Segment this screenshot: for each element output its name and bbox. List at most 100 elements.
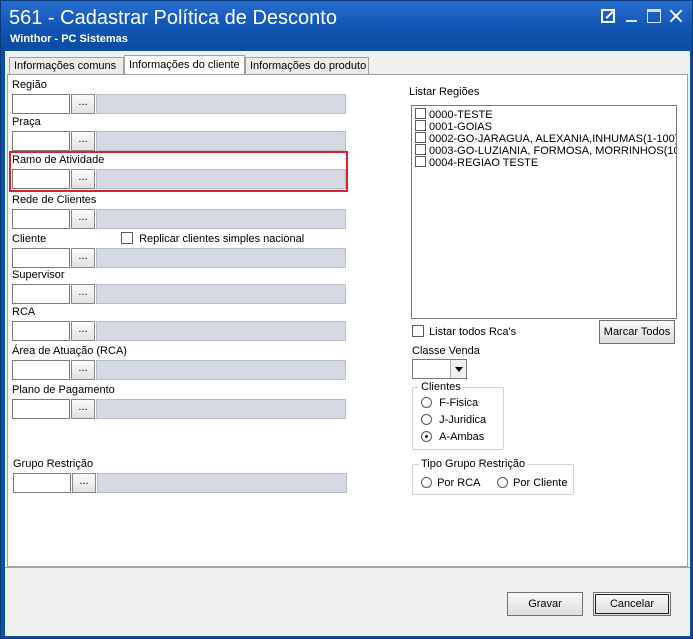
edit-icon[interactable] <box>601 9 615 23</box>
grupo-lookup-button[interactable]: ... <box>72 473 96 493</box>
supervisor-label: Supervisor <box>12 269 65 281</box>
rede-field: ... <box>12 209 346 229</box>
supervisor-code-input[interactable] <box>12 284 70 304</box>
rca-description <box>96 321 346 341</box>
grupo-code-input[interactable] <box>13 473 71 493</box>
grupo-field: ... <box>13 473 347 493</box>
tipo-grupo-group: Tipo Grupo Restrição Por RCA Por Cliente <box>412 458 574 495</box>
plano-code-input[interactable] <box>12 399 70 419</box>
plano-lookup-button[interactable]: ... <box>71 399 95 419</box>
regiao-code-input[interactable] <box>12 94 70 114</box>
chevron-down-icon[interactable] <box>450 360 466 378</box>
rede-lookup-button[interactable]: ... <box>71 209 95 229</box>
plano-label: Plano de Pagamento <box>12 384 115 396</box>
radio-fisica[interactable]: F-Fisica <box>421 397 478 409</box>
radio-button[interactable] <box>421 477 432 488</box>
cliente-label: Cliente <box>12 233 47 245</box>
radio-button[interactable] <box>497 477 508 488</box>
marcar-todos-button[interactable]: Marcar Todos <box>599 320 675 344</box>
area-code-input[interactable] <box>12 360 70 380</box>
region-checkbox[interactable] <box>415 120 426 131</box>
region-checkbox[interactable] <box>415 156 426 167</box>
minimize-icon[interactable] <box>625 9 639 23</box>
radio-fisica-label: F-Fisica <box>439 397 479 409</box>
region-checkbox[interactable] <box>415 108 426 119</box>
list-item[interactable]: 0004-REGIAO TESTE <box>415 156 673 169</box>
list-item[interactable]: 0001-GOIAS <box>415 120 673 133</box>
praca-description <box>96 131 346 151</box>
radio-por-cliente-label: Por Cliente <box>513 477 568 489</box>
window-title: 561 - Cadastrar Política de Desconto <box>9 7 337 29</box>
radio-button[interactable] <box>421 397 432 408</box>
supervisor-lookup-button[interactable]: ... <box>71 284 95 304</box>
region-checkbox[interactable] <box>415 132 426 143</box>
divider <box>5 567 690 568</box>
clientes-group: Clientes F-Fisica J-Juridica A-Ambas <box>412 381 504 450</box>
list-item[interactable]: 0003-GO-LUZIANIA, FORMOSA, MORRINHOS(101… <box>415 144 676 157</box>
praca-label: Praça <box>12 116 41 128</box>
list-item[interactable]: 0002-GO-JARAGUA, ALEXANIA,INHUMAS(1-100) <box>415 132 676 145</box>
region-label: 0004-REGIAO TESTE <box>429 157 539 169</box>
cliente-code-input[interactable] <box>12 248 70 268</box>
tab-informacoes-cliente[interactable]: Informações do cliente <box>124 55 245 76</box>
radio-por-rca[interactable]: Por RCA <box>421 477 480 489</box>
classe-venda-label: Classe Venda <box>412 345 480 357</box>
ramo-lookup-button[interactable]: ... <box>71 169 95 189</box>
list-item[interactable]: 0000-TESTE <box>415 108 673 121</box>
grupo-label: Grupo Restrição <box>13 458 94 470</box>
listar-rcas-row[interactable]: Listar todos Rca's <box>412 325 516 338</box>
close-icon[interactable] <box>669 9 683 23</box>
listar-rcas-checkbox[interactable] <box>412 325 424 337</box>
area-field: ... <box>12 360 346 380</box>
replicar-checkbox-row[interactable]: Replicar clientes simples nacional <box>121 232 304 245</box>
radio-por-cliente[interactable]: Por Cliente <box>497 477 567 489</box>
rede-description <box>96 209 346 229</box>
tipo-grupo-title: Tipo Grupo Restrição <box>419 458 528 470</box>
listar-rcas-label: Listar todos Rca's <box>429 326 517 338</box>
rca-field: ... <box>12 321 346 341</box>
radio-ambas-label: A-Ambas <box>439 431 485 443</box>
area-lookup-button[interactable]: ... <box>71 360 95 380</box>
ramo-code-input[interactable] <box>12 169 70 189</box>
praca-lookup-button[interactable]: ... <box>71 131 95 151</box>
supervisor-description <box>96 284 346 304</box>
supervisor-field: ... <box>12 284 346 304</box>
rca-label: RCA <box>12 306 36 318</box>
listar-regioes-label: Listar Regiões <box>409 86 480 98</box>
regiao-lookup-button[interactable]: ... <box>71 94 95 114</box>
classe-venda-select[interactable] <box>412 359 467 379</box>
praca-code-input[interactable] <box>12 131 70 151</box>
radio-juridica-label: J-Juridica <box>439 414 487 426</box>
radio-button[interactable] <box>421 414 432 425</box>
rca-code-input[interactable] <box>12 321 70 341</box>
title-bar[interactable]: 561 - Cadastrar Política de Desconto Win… <box>1 1 692 49</box>
tab-informacoes-comuns[interactable]: Informações comuns <box>9 57 124 75</box>
tab-informacoes-produto[interactable]: Informações do produto <box>245 57 369 75</box>
gravar-button[interactable]: Gravar <box>507 592 583 616</box>
rca-lookup-button[interactable]: ... <box>71 321 95 341</box>
plano-field: ... <box>12 399 346 419</box>
area-description <box>96 360 346 380</box>
maximize-icon[interactable] <box>647 9 661 23</box>
radio-por-rca-label: Por RCA <box>437 477 481 489</box>
radio-ambas[interactable]: A-Ambas <box>421 431 484 443</box>
cliente-field: ... <box>12 248 346 268</box>
region-checkbox[interactable] <box>415 144 426 155</box>
window-subtitle: Winthor - PC Sistemas <box>10 33 128 45</box>
tab-panel-cliente: Região ... Praça ... Ramo de Atividade .… <box>7 74 688 567</box>
window-client-area: Informações comuns Informações do client… <box>5 51 690 636</box>
rede-label: Rede de Clientes <box>12 194 97 206</box>
ramo-field: ... <box>12 169 346 189</box>
replicar-checkbox[interactable] <box>121 232 133 244</box>
cancelar-button[interactable]: Cancelar <box>593 592 671 616</box>
replicar-label: Replicar clientes simples nacional <box>139 233 305 245</box>
rede-code-input[interactable] <box>12 209 70 229</box>
regiao-field: ... <box>12 94 346 114</box>
radio-button-selected[interactable] <box>421 431 432 442</box>
clientes-group-title: Clientes <box>419 381 463 393</box>
radio-juridica[interactable]: J-Juridica <box>421 414 486 426</box>
regiao-description <box>96 94 346 114</box>
cliente-lookup-button[interactable]: ... <box>71 248 95 268</box>
praca-field: ... <box>12 131 346 151</box>
regioes-list[interactable]: 0000-TESTE 0001-GOIAS 0002-GO-JARAGUA, A… <box>411 105 677 319</box>
